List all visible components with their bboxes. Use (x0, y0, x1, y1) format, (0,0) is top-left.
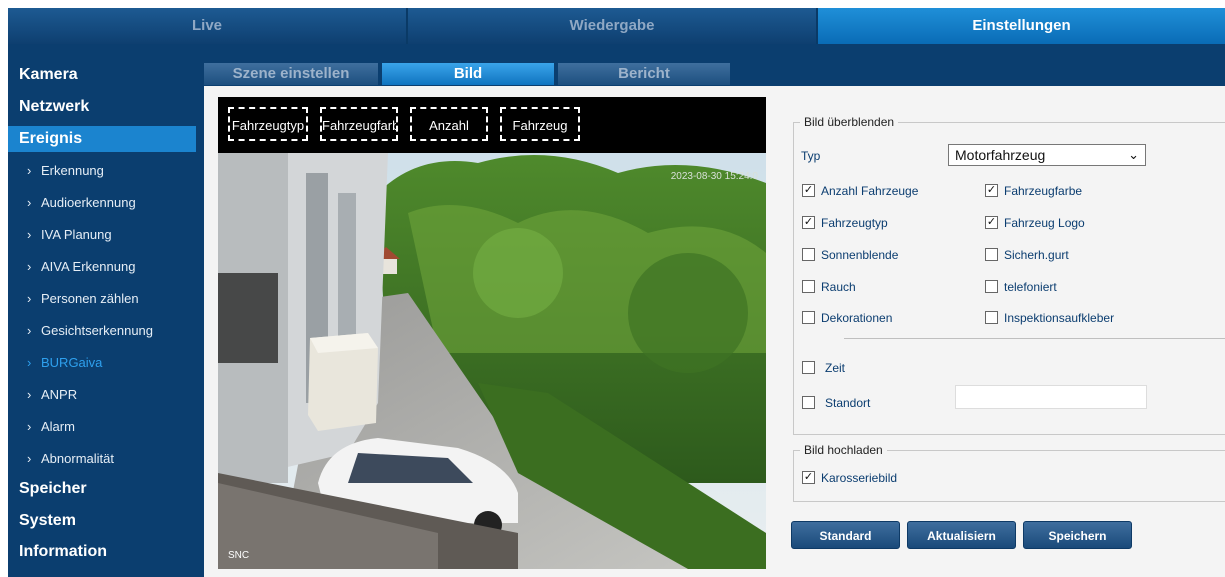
tab-bild[interactable]: Bild (382, 63, 554, 85)
sidebar-item-speicher[interactable]: Speicher (8, 476, 196, 502)
standard-button[interactable]: Standard (791, 521, 900, 549)
osd-timestamp: 2023-08-30 15:24:0 (670, 171, 758, 182)
sidebar-item-label: AIVA Erkennung (41, 259, 136, 274)
chevron-right-icon: › (27, 291, 32, 306)
upload-settings-legend: Bild hochladen (800, 443, 887, 457)
sidebar-item-anpr[interactable]: › ANPR (8, 382, 196, 408)
chevron-right-icon: › (27, 355, 32, 370)
video-preview[interactable]: Fahrzeugtyp Fahrzeugfarbe Anzahl Fahrzeu… (218, 97, 766, 569)
overlay-box-fahrzeugfarbe[interactable]: Fahrzeugfarbe (320, 107, 398, 141)
checkbox-label-rauch: Rauch (821, 280, 856, 294)
typ-select[interactable]: Motorfahrzeug ⌄ (948, 144, 1146, 166)
sidebar-item-erkennung[interactable]: › Erkennung (8, 158, 196, 184)
checkbox-fahrzeugtyp[interactable]: ✓ (802, 216, 815, 229)
sidebar-item-system[interactable]: System (8, 508, 196, 534)
overlay-box-fahrzeugtyp[interactable]: Fahrzeugtyp (228, 107, 308, 141)
sidebar-item-label: Abnormalität (41, 451, 114, 466)
sidebar-item-kamera[interactable]: Kamera (8, 62, 196, 88)
sidebar-item-label: ANPR (41, 387, 78, 402)
chevron-right-icon: › (27, 195, 32, 210)
overlay-box-fahrzeug[interactable]: Fahrzeug (500, 107, 580, 141)
checkbox-label-telefoniert: telefoniert (1004, 280, 1057, 294)
checkbox-label-sicherh-gurt: Sicherh.gurt (1004, 248, 1069, 262)
sidebar-item-label: Personen zählen (41, 291, 139, 306)
checkbox-sonnenblende[interactable] (802, 248, 815, 261)
checkbox-sicherh-gurt[interactable] (985, 248, 998, 261)
sidebar: Kamera Netzwerk Ereignis › Erkennung › Aud… (8, 44, 196, 577)
chevron-right-icon: › (27, 451, 32, 466)
checkbox-label-standort: Standort (825, 396, 871, 410)
sidebar-item-netzwerk[interactable]: Netzwerk (8, 94, 196, 120)
tab-bericht[interactable]: Bericht (558, 63, 730, 85)
sidebar-item-information[interactable]: Information (8, 539, 196, 565)
chevron-down-icon: ⌄ (1128, 147, 1139, 162)
sidebar-item-abnormalitaet[interactable]: › Abnormalität (8, 446, 196, 472)
sidebar-item-label: Audioerkennung (41, 195, 136, 210)
standort-input[interactable] (955, 385, 1147, 409)
checkbox-label-anzahl-fahrzeuge: Anzahl Fahrzeuge (821, 184, 919, 198)
checkbox-label-fahrzeugtyp: Fahrzeugtyp (821, 216, 888, 230)
chevron-right-icon: › (27, 227, 32, 242)
tab-live[interactable]: Live (8, 8, 406, 44)
chevron-right-icon: › (27, 323, 32, 338)
sidebar-item-label: Gesichtserkennung (41, 323, 154, 338)
checkbox-label-fahrzeugfarbe: Fahrzeugfarbe (1004, 184, 1083, 198)
checkbox-rauch[interactable] (802, 280, 815, 293)
checkbox-label-karosseriebild: Karosseriebild (821, 471, 898, 485)
chevron-right-icon: › (27, 387, 32, 402)
sidebar-item-label: Alarm (41, 419, 75, 434)
content-panel: Fahrzeugtyp Fahrzeugfarbe Anzahl Fahrzeu… (204, 86, 1225, 577)
osd-label: SNC (228, 550, 250, 561)
chevron-right-icon: › (27, 419, 32, 434)
checkbox-karosseriebild[interactable]: ✓ (802, 471, 815, 484)
checkbox-fahrzeug-logo[interactable]: ✓ (985, 216, 998, 229)
chevron-right-icon: › (27, 259, 32, 274)
checkbox-label-zeit: Zeit (825, 361, 846, 375)
tab-wiedergabe[interactable]: Wiedergabe (408, 8, 816, 44)
overlay-settings-legend: Bild überblenden (800, 115, 899, 129)
sidebar-item-audioerkennung[interactable]: › Audioerkennung (8, 190, 196, 216)
sidebar-item-label: IVA Planung (41, 227, 112, 242)
camera-scene-image (218, 153, 766, 569)
checkbox-telefoniert[interactable] (985, 280, 998, 293)
sidebar-item-label: BURGaiva (41, 355, 103, 370)
sidebar-item-iva-planung[interactable]: › IVA Planung (8, 222, 196, 248)
overlay-box-anzahl[interactable]: Anzahl (410, 107, 488, 141)
checkbox-label-sonnenblende: Sonnenblende (821, 248, 899, 262)
divider (844, 338, 1225, 339)
sidebar-item-personen-zaehlen[interactable]: › Personen zählen (8, 286, 196, 312)
checkbox-dekorationen[interactable] (802, 311, 815, 324)
top-navigation: Live Wiedergabe Einstellungen (8, 8, 1225, 44)
checkbox-anzahl-fahrzeuge[interactable]: ✓ (802, 184, 815, 197)
aktualisieren-button[interactable]: Aktualisiern (907, 521, 1016, 549)
checkbox-inspektionsaufkleber[interactable] (985, 311, 998, 324)
sidebar-item-aiva-erkennung[interactable]: › AIVA Erkennung (8, 254, 196, 280)
sidebar-item-alarm[interactable]: › Alarm (8, 414, 196, 440)
tab-szene-einstellen[interactable]: Szene einstellen (204, 63, 378, 85)
app-frame: Live Wiedergabe Einstellungen Kamera Net… (8, 8, 1225, 577)
tab-einstellungen[interactable]: Einstellungen (818, 8, 1225, 44)
speichern-button[interactable]: Speichern (1023, 521, 1132, 549)
checkbox-label-inspektionsaufkleber: Inspektionsaufkleber (1004, 311, 1115, 325)
overlay-header: Fahrzeugtyp Fahrzeugfarbe Anzahl Fahrzeu… (218, 97, 766, 153)
typ-label: Typ (801, 149, 821, 163)
sidebar-item-burgaiva[interactable]: › BURGaiva (8, 350, 196, 376)
typ-select-value: Motorfahrzeug (955, 147, 1046, 163)
sidebar-item-ereignis[interactable]: Ereignis (8, 126, 196, 152)
camera-scene: 2023-08-30 15:24:0 SNC (218, 153, 766, 569)
checkbox-label-dekorationen: Dekorationen (821, 311, 893, 325)
chevron-right-icon: › (27, 163, 32, 178)
sidebar-item-gesichtserkennung[interactable]: › Gesichtserkennung (8, 318, 196, 344)
sidebar-item-label: Erkennung (41, 163, 104, 178)
checkbox-zeit[interactable] (802, 361, 815, 374)
checkbox-fahrzeugfarbe[interactable]: ✓ (985, 184, 998, 197)
checkbox-standort[interactable] (802, 396, 815, 409)
checkbox-label-fahrzeug-logo: Fahrzeug Logo (1004, 216, 1085, 230)
